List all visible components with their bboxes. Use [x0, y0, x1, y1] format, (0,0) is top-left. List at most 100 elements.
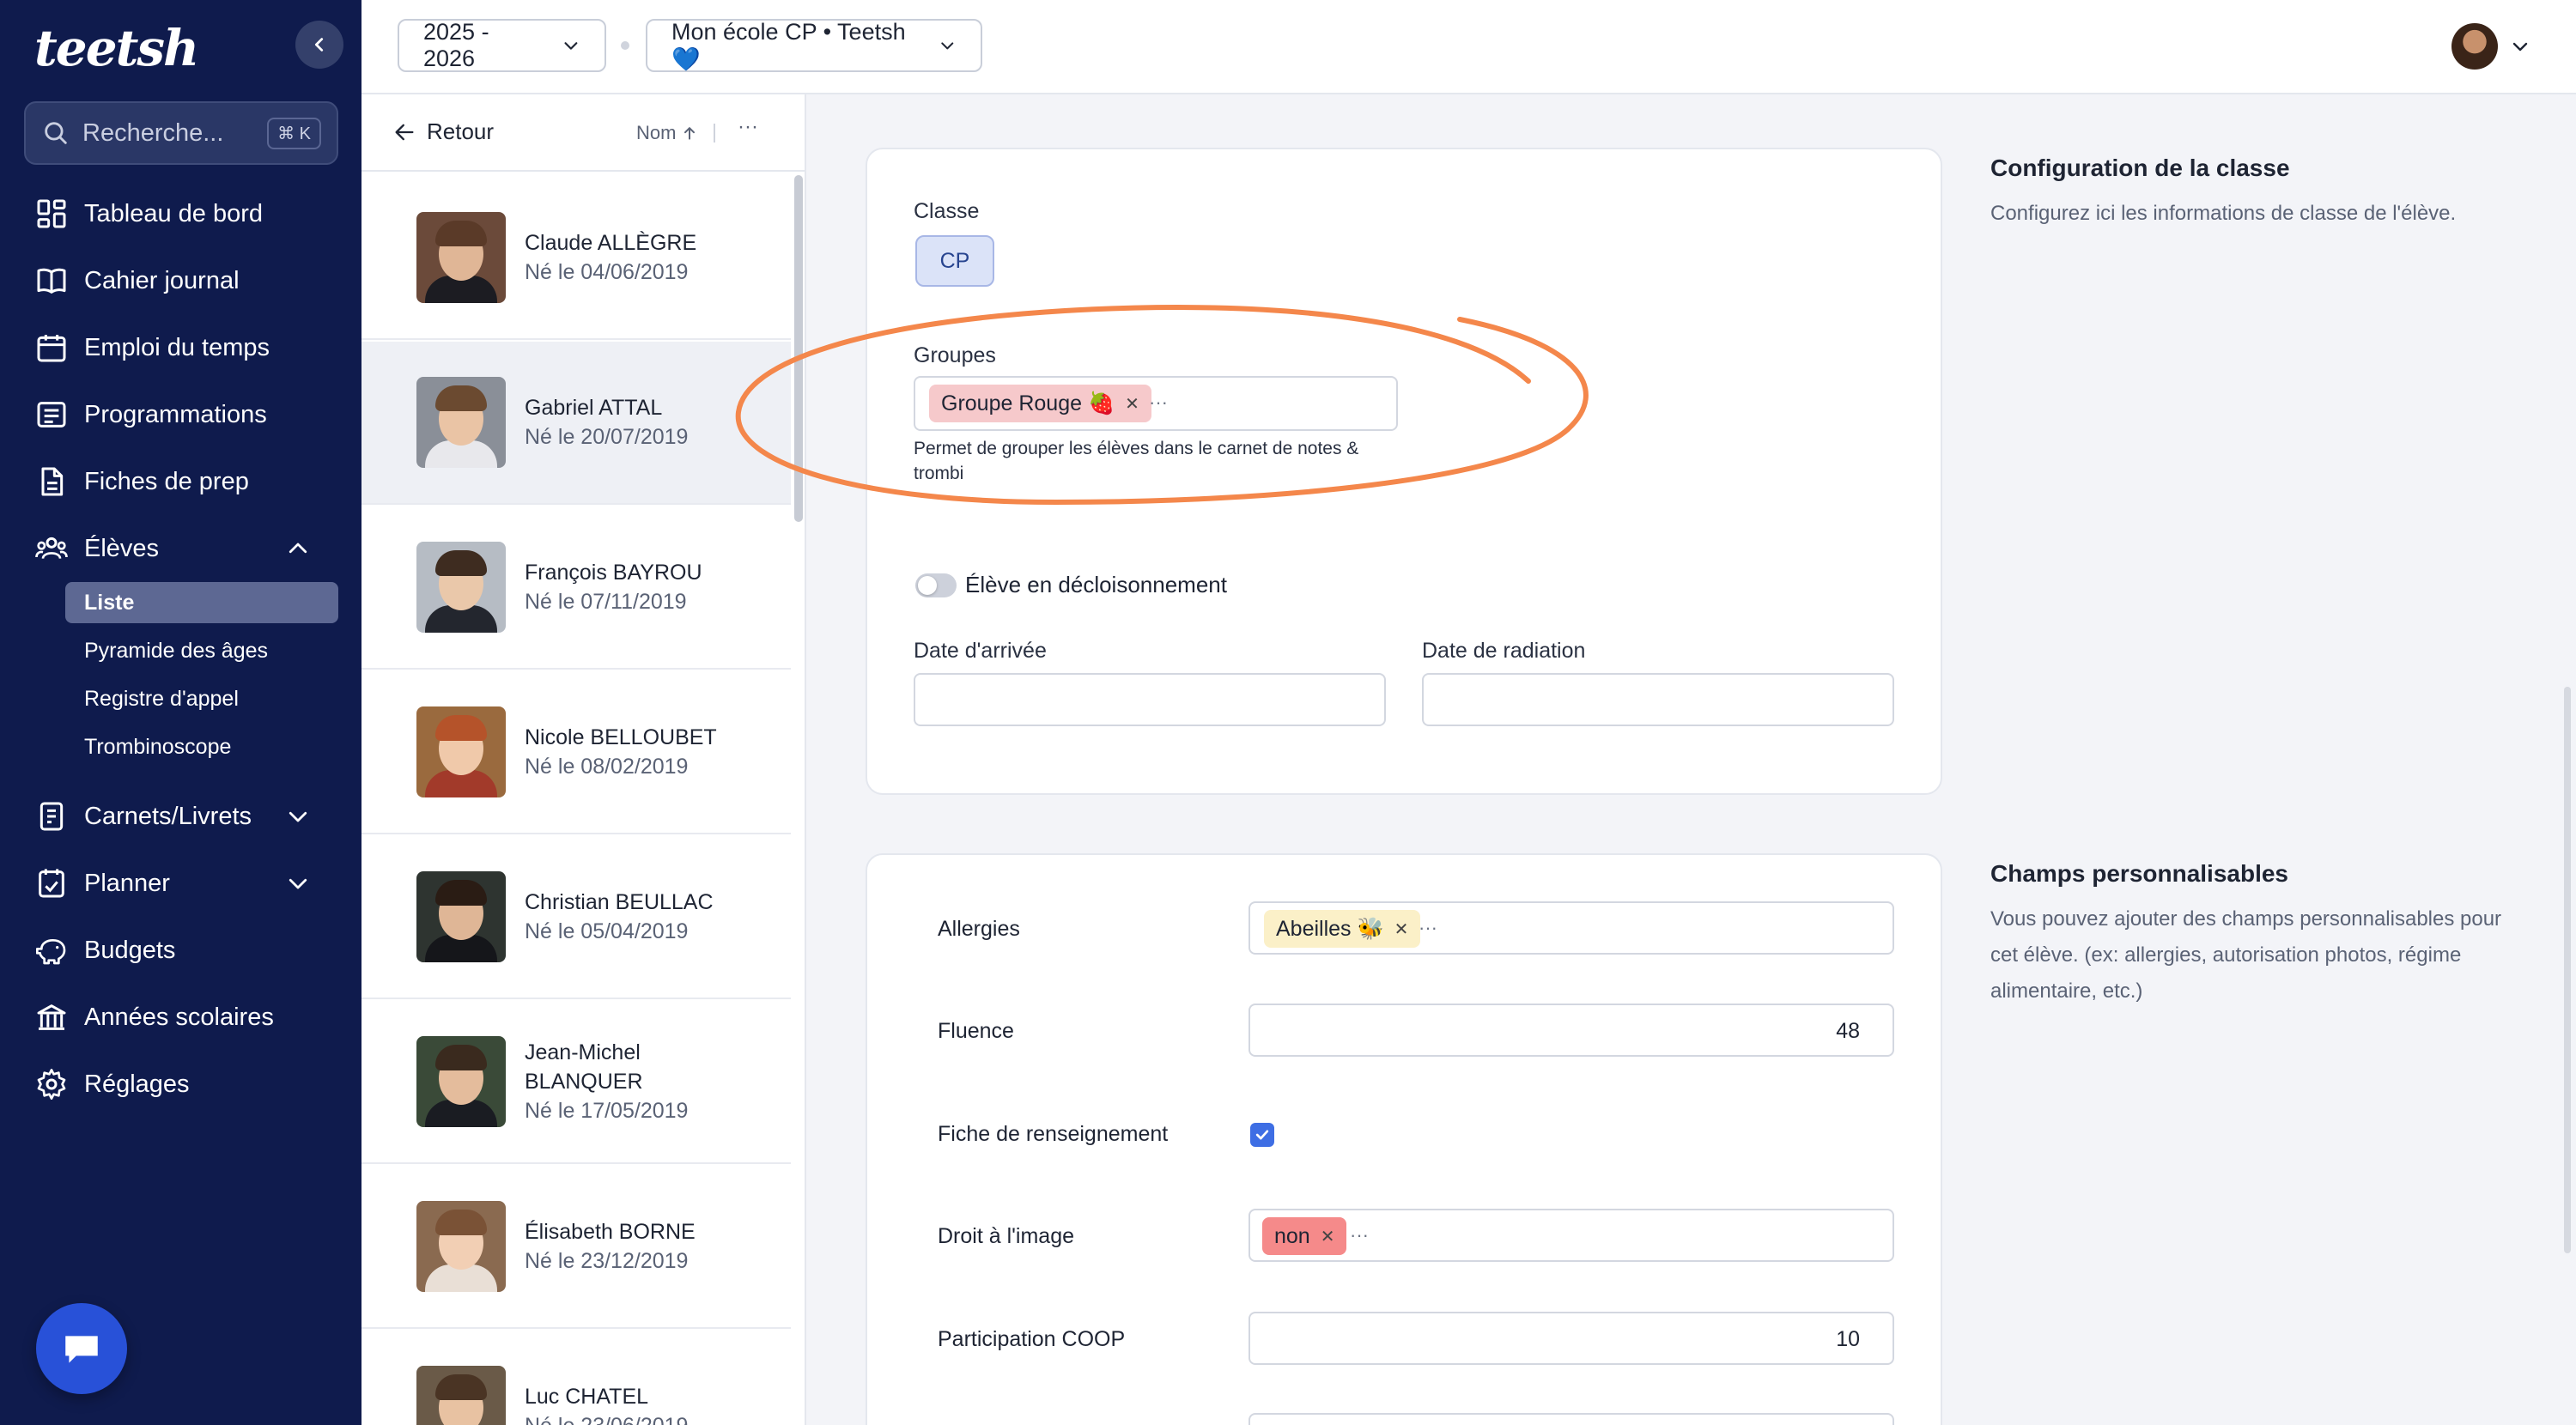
date-arrivee-label: Date d'arrivée [914, 639, 1047, 663]
nav-programmations[interactable]: Programmations [34, 393, 326, 436]
fiche-renseignement-checkbox[interactable] [1250, 1123, 1274, 1147]
nav-label: Cahier journal [84, 266, 240, 294]
remove-tag-icon[interactable]: ✕ [1125, 393, 1139, 415]
participation-coop-input[interactable] [1249, 1312, 1894, 1365]
checkmark-icon [1255, 1130, 1269, 1140]
list-icon [37, 402, 66, 428]
droit-image-label: Droit à l'image [938, 1224, 1074, 1248]
class-config-title: Configuration de la classe [1990, 155, 2290, 181]
student-row[interactable]: Christian BEULLAC Né le 05/04/2019 [361, 836, 791, 999]
student-photo [416, 1201, 506, 1292]
date-arrivee-input[interactable] [914, 673, 1386, 726]
sort-label: Nom [636, 122, 677, 143]
student-birthdate: Né le 23/12/2019 [525, 1249, 689, 1273]
groupe-tag[interactable]: Groupe Rouge 🍓 ✕ [929, 385, 1151, 422]
date-radiation-label: Date de radiation [1422, 639, 1586, 663]
subnav-pyramide-des-ages[interactable]: Pyramide des âges [65, 630, 338, 671]
participation-coop-label: Participation COOP [938, 1327, 1126, 1351]
groupes-more-icon[interactable]: ··· [1149, 391, 1168, 414]
student-photo [416, 1366, 506, 1425]
student-row[interactable]: François BAYROU Né le 07/11/2019 [361, 506, 791, 670]
remove-tag-icon[interactable]: ✕ [1321, 1226, 1335, 1247]
arrow-left-icon [395, 124, 414, 140]
nav-cahier-journal[interactable]: Cahier journal [34, 259, 326, 302]
droit-image-more-icon[interactable]: ··· [1350, 1224, 1369, 1246]
student-name: Élisabeth BORNE [525, 1220, 696, 1244]
nav-label: Élèves [84, 534, 160, 562]
student-photo [416, 212, 506, 303]
back-button[interactable]: Retour [392, 118, 494, 145]
nav-label: Tableau de bord [84, 199, 263, 227]
student-row[interactable]: Élisabeth BORNE Né le 23/12/2019 [361, 1166, 791, 1329]
student-row[interactable]: Jean-Michel BLANQUER Né le 17/05/2019 [361, 1001, 791, 1164]
fluence-input[interactable] [1249, 1004, 1894, 1057]
nav-label: Carnets/Livrets [84, 802, 252, 830]
subnav-label: Liste [84, 590, 135, 615]
droit-image-tag[interactable]: non ✕ [1262, 1217, 1347, 1255]
custom-fields-title: Champs personnalisables [1990, 860, 2289, 887]
date-radiation-input[interactable] [1422, 673, 1894, 726]
student-birthdate: Né le 07/11/2019 [525, 590, 687, 614]
user-avatar[interactable] [2451, 23, 2498, 70]
student-row[interactable]: Claude ALLÈGRE Né le 04/06/2019 [361, 177, 791, 340]
sort-button[interactable]: Nom [636, 122, 698, 144]
student-name: Claude ALLÈGRE [525, 231, 697, 255]
nav-tableau-de-bord[interactable]: Tableau de bord [34, 192, 326, 235]
header-divider [714, 124, 715, 142]
list-scrollbar[interactable] [794, 175, 803, 522]
next-custom-field-input[interactable] [1249, 1413, 1894, 1425]
student-name: François BAYROU [525, 561, 702, 585]
nav-eleves[interactable]: Élèves [34, 527, 326, 570]
groupes-help-text: Permet de grouper les élèves dans le car… [914, 439, 1359, 483]
chat-support-button[interactable] [36, 1303, 127, 1394]
nav-carnets-livrets[interactable]: Carnets/Livrets [34, 795, 326, 838]
student-name: Luc CHATEL [525, 1385, 649, 1409]
student-birthdate: Né le 08/02/2019 [525, 755, 689, 779]
nav-budgets[interactable]: Budgets [34, 929, 326, 972]
search-shortcut-badge: ⌘ K [267, 117, 321, 149]
nav-emploi-du-temps[interactable]: Emploi du temps [34, 326, 326, 369]
dashboard-icon [37, 199, 66, 228]
allergies-tag[interactable]: Abeilles 🐝 ✕ [1264, 910, 1421, 948]
class-config-description: Configurez ici les informations de class… [1990, 202, 2457, 225]
search-input[interactable]: Recherche... ⌘ K [24, 101, 338, 165]
student-photo [416, 1036, 506, 1127]
nav-fiches-de-prep[interactable]: Fiches de prep [34, 460, 326, 503]
allergies-more-icon[interactable]: ··· [1419, 917, 1437, 939]
school-dropdown[interactable]: Mon école CP • Teetsh 💙 [646, 19, 982, 72]
student-row[interactable]: Luc CHATEL Né le 23/06/2019 [361, 1331, 791, 1425]
users-icon [35, 537, 68, 560]
decloisonnement-toggle[interactable] [915, 573, 957, 597]
separator-dot [621, 41, 629, 50]
more-options-button[interactable]: ··· [738, 115, 758, 139]
student-row[interactable]: Nicole BELLOUBET Né le 08/02/2019 [361, 671, 791, 834]
fluence-label: Fluence [938, 1019, 1014, 1043]
nav-annees-scolaires[interactable]: Années scolaires [34, 996, 326, 1039]
chevron-down-icon[interactable] [2510, 36, 2530, 57]
subnav-registre-d-appel[interactable]: Registre d'appel [65, 678, 338, 719]
arrow-up-icon [684, 127, 696, 140]
custom-fields-description: Vous pouvez ajouter des champs personnal… [1990, 907, 2502, 1003]
chevron-left-icon [314, 38, 324, 52]
nav-planner[interactable]: Planner [34, 862, 326, 905]
student-birthdate: Né le 17/05/2019 [525, 1099, 689, 1123]
subnav-liste[interactable]: Liste [65, 582, 338, 623]
nav-label: Années scolaires [84, 1003, 274, 1031]
collapse-sidebar-button[interactable] [295, 21, 343, 69]
classe-label: Classe [914, 199, 980, 223]
teetsh-logo[interactable]: teetsh [34, 19, 199, 77]
nav-reglages[interactable]: Réglages [34, 1063, 326, 1106]
school-value: Mon école CP • Teetsh 💙 [671, 18, 906, 72]
student-row[interactable]: Gabriel ATTAL Né le 20/07/2019 [361, 342, 791, 505]
main-scrollbar[interactable] [2564, 687, 2571, 1253]
allergies-tag-label: Abeilles 🐝 [1276, 916, 1384, 941]
participation-coop-value: 10 [1836, 1327, 1860, 1351]
subnav-trombinoscope[interactable]: Trombinoscope [65, 726, 338, 767]
chevron-down-icon [941, 42, 954, 50]
classe-badge[interactable]: CP [915, 235, 994, 287]
back-label: Retour [427, 118, 495, 144]
remove-tag-icon[interactable]: ✕ [1394, 919, 1409, 940]
school-year-dropdown[interactable]: 2025 - 2026 [398, 19, 606, 72]
student-birthdate: Né le 05/04/2019 [525, 919, 689, 943]
search-icon [45, 122, 67, 144]
